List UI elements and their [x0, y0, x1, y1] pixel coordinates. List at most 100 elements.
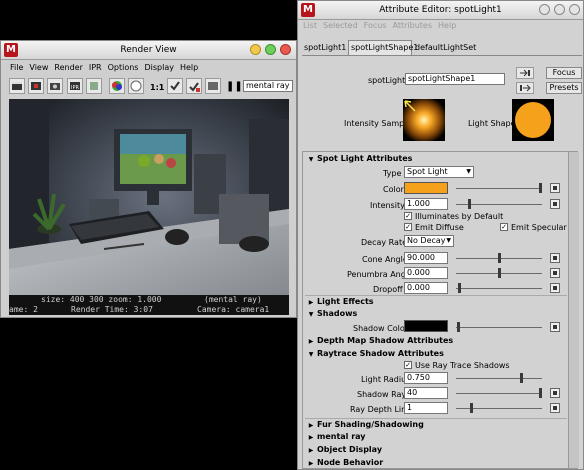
light-shape-label: Light Shape [468, 119, 516, 128]
node-behavior-header[interactable]: ▶ Node Behavior [305, 457, 567, 468]
alpha-channel-icon[interactable] [128, 78, 144, 94]
shadow-color-slider-handle[interactable] [457, 322, 460, 332]
pause-icon[interactable]: ❚❚ [226, 81, 243, 92]
menu-help[interactable]: Help [180, 63, 198, 72]
cone-angle-label: Cone Angle [362, 255, 408, 264]
menu-help[interactable]: Help [438, 21, 456, 30]
object-display-header[interactable]: ▶ Object Display [305, 444, 567, 455]
render-region-icon[interactable] [28, 78, 44, 94]
illuminates-by-default-checkbox[interactable]: ✓ [404, 212, 412, 220]
redo-render-icon[interactable] [9, 78, 25, 94]
node-name-field[interactable]: spotLightShape1 [405, 73, 505, 85]
focus-button[interactable]: Focus [546, 67, 582, 79]
collapsed-arrow-icon: ▶ [308, 299, 314, 306]
light-radius-slider[interactable] [456, 378, 542, 379]
emit-specular-checkbox[interactable]: ✓ [500, 223, 508, 231]
ray-depth-limit-map-button-icon[interactable] [550, 403, 560, 413]
raytrace-shadow-header[interactable]: ▼ Raytrace Shadow Attributes [305, 348, 567, 359]
dropoff-slider-handle[interactable] [458, 283, 461, 293]
attribute-editor-window: M Attribute Editor: spotLight1 List Selec… [297, 0, 584, 470]
depth-map-shadow-header[interactable]: ▶ Depth Map Shadow Attributes [305, 335, 567, 346]
fur-shading-header[interactable]: ▶ Fur Shading/Shadowing [305, 418, 567, 430]
renderer-select[interactable]: mental ray [243, 80, 293, 92]
shadow-rays-map-button-icon[interactable] [550, 388, 560, 398]
rendered-image: size: 400 300 zoom: 1.000 (mental ray) a… [9, 99, 289, 315]
shadows-header[interactable]: ▼ Shadows [305, 308, 567, 319]
maximize-icon[interactable] [554, 4, 565, 15]
cone-angle-field[interactable]: 90.000 [404, 252, 448, 264]
dropoff-field[interactable]: 0.000 [404, 282, 448, 294]
menu-display[interactable]: Display [144, 63, 174, 72]
close-icon[interactable] [569, 4, 580, 15]
close-icon[interactable] [280, 44, 291, 55]
menu-list[interactable]: List [303, 21, 317, 30]
ray-depth-limit-field[interactable]: 1 [404, 402, 448, 414]
menu-file[interactable]: File [10, 63, 23, 72]
menu-selected[interactable]: Selected [323, 21, 358, 30]
menu-view[interactable]: View [29, 63, 48, 72]
shadow-rays-slider-handle[interactable] [539, 388, 542, 398]
display-render-icon[interactable] [205, 78, 221, 94]
select-output-icon[interactable] [516, 82, 534, 94]
menu-ipr[interactable]: IPR [89, 63, 102, 72]
shadow-color-label: Shadow Color [353, 324, 408, 333]
refresh-ipr-icon[interactable] [86, 78, 102, 94]
render-time: Render Time: 3:07 [71, 305, 153, 314]
menu-focus[interactable]: Focus [364, 21, 387, 30]
minimize-icon[interactable] [250, 44, 261, 55]
keep-image-icon[interactable] [167, 78, 183, 94]
color-swatch[interactable] [404, 182, 448, 194]
emit-diffuse-checkbox[interactable]: ✓ [404, 223, 412, 231]
color-slider-handle[interactable] [539, 183, 542, 193]
attribute-editor-titlebar[interactable]: M Attribute Editor: spotLight1 [298, 1, 583, 20]
dropoff-map-button-icon[interactable] [550, 283, 560, 293]
light-effects-header[interactable]: ▶ Light Effects [305, 295, 567, 307]
maximize-icon[interactable] [265, 44, 276, 55]
section-title: Light Effects [317, 297, 374, 306]
spot-light-attributes-header[interactable]: ▼ Spot Light Attributes [305, 153, 567, 164]
decay-rate-dropdown[interactable]: No Decay ▼ [404, 235, 454, 247]
color-map-button-icon[interactable] [550, 183, 560, 193]
penumbra-angle-field[interactable]: 0.000 [404, 267, 448, 279]
light-radius-slider-handle[interactable] [520, 373, 523, 383]
cone-angle-slider-handle[interactable] [498, 253, 501, 263]
ipr-render-icon[interactable]: IPR [67, 78, 83, 94]
presets-button[interactable]: Presets [546, 82, 582, 94]
rgb-channels-icon[interactable] [109, 78, 125, 94]
intensity-field[interactable]: 1.000 [404, 198, 448, 210]
ray-depth-limit-slider-handle[interactable] [470, 403, 473, 413]
select-input-icon[interactable] [516, 67, 534, 79]
shadow-color-slider[interactable] [456, 327, 542, 328]
color-slider[interactable] [456, 188, 542, 189]
intensity-map-button-icon[interactable] [550, 199, 560, 209]
tab-defaultlightset[interactable]: defaultLightSet [415, 43, 476, 52]
remove-image-icon[interactable] [186, 78, 202, 94]
minimize-icon[interactable] [539, 4, 550, 15]
tab-spotlightshape1-label: spotLightShape1 [351, 43, 419, 52]
shadow-color-map-button-icon[interactable] [550, 322, 560, 332]
menu-options[interactable]: Options [108, 63, 139, 72]
menu-attributes[interactable]: Attributes [393, 21, 433, 30]
ray-depth-limit-slider[interactable] [456, 408, 542, 409]
light-radius-field[interactable]: 0.750 [404, 372, 448, 384]
penumbra-angle-slider-handle[interactable] [498, 268, 501, 278]
use-ray-trace-shadows-checkbox[interactable]: ✓ [404, 361, 412, 369]
shadow-color-swatch[interactable] [404, 320, 448, 332]
type-dropdown[interactable]: Spot Light ▼ [404, 166, 474, 178]
intensity-slider-handle[interactable] [468, 199, 471, 209]
tab-spotlight1[interactable]: spotLight1 [304, 43, 346, 52]
penumbra-angle-map-button-icon[interactable] [550, 268, 560, 278]
snapshot-icon[interactable] [47, 78, 63, 94]
decay-rate-value: No Decay [407, 236, 446, 245]
menu-render[interactable]: Render [54, 63, 82, 72]
cone-angle-map-button-icon[interactable] [550, 253, 560, 263]
section-title: Spot Light Attributes [317, 154, 413, 163]
shadow-rays-slider[interactable] [456, 393, 542, 394]
dropoff-slider[interactable] [456, 288, 542, 289]
shadow-rays-field[interactable]: 40 [404, 387, 448, 399]
section-title: Node Behavior [317, 458, 384, 467]
mental-ray-header[interactable]: ▶ mental ray [305, 431, 567, 442]
zoom-ratio-button[interactable]: 1:1 [150, 83, 164, 92]
render-view-titlebar[interactable]: M Render View [1, 41, 296, 60]
scrollbar[interactable] [568, 152, 579, 468]
